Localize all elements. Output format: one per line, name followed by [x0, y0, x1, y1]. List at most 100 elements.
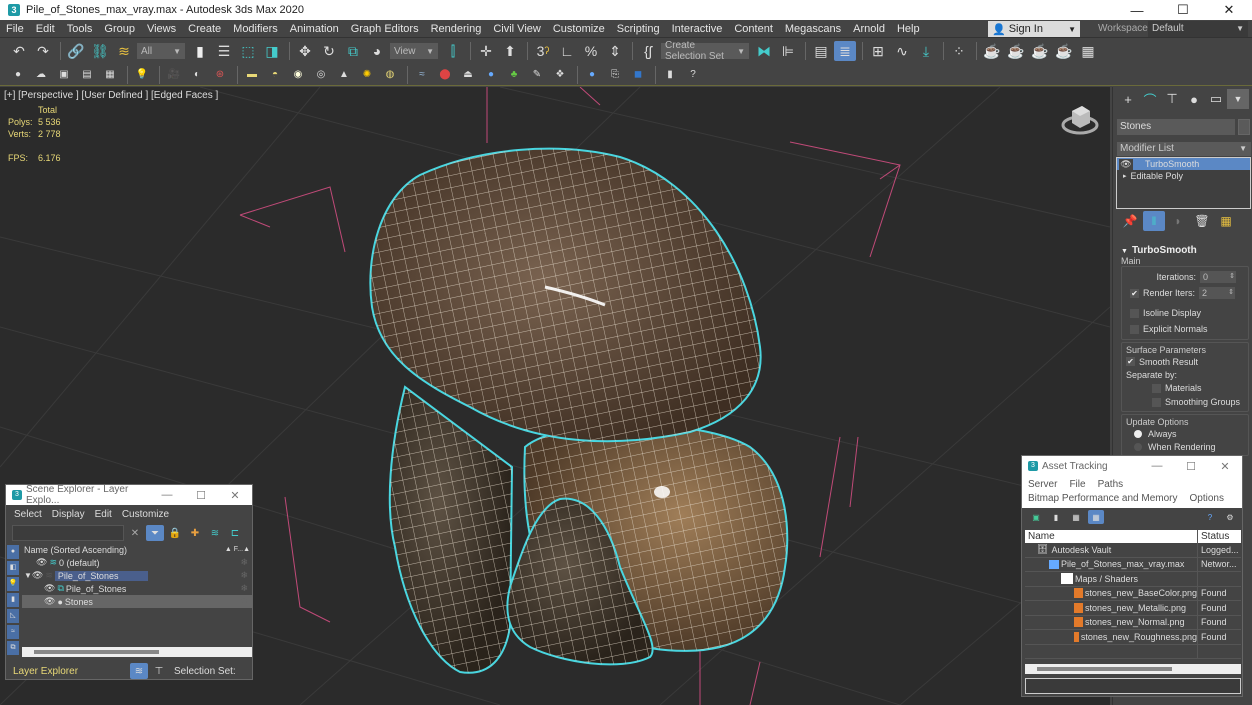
sun-icon[interactable]: ✺	[357, 66, 377, 84]
material-editor-icon[interactable]: ⁘	[948, 41, 970, 61]
display-tab-icon[interactable]: ▭	[1205, 89, 1227, 109]
stone-top[interactable]	[369, 147, 762, 443]
dome-icon[interactable]: ◓	[265, 66, 285, 84]
layers-mode-icon[interactable]: ≋	[130, 663, 148, 679]
menu-display[interactable]: Display	[52, 509, 85, 520]
fur-icon[interactable]: ≈	[412, 66, 432, 84]
menu-bitmap-performance[interactable]: Bitmap Performance and Memory	[1028, 493, 1178, 504]
viewcube-icon[interactable]	[1060, 101, 1100, 137]
stone-back-left[interactable]	[388, 385, 514, 674]
render-setup-icon[interactable]: ☕	[981, 41, 1003, 61]
lock-icon[interactable]: 🔒	[166, 525, 184, 541]
materials-checkbox[interactable]	[1152, 383, 1161, 393]
menu-rendering[interactable]: Rendering	[425, 23, 488, 35]
menu-server[interactable]: Server	[1028, 479, 1057, 490]
smooth-result-checkbox[interactable]: ✔	[1126, 357, 1135, 366]
export-proxy-icon[interactable]: ⏏	[458, 66, 478, 84]
mirror-icon[interactable]: ⧓	[753, 41, 775, 61]
light-lister-icon[interactable]: 💡	[132, 66, 152, 84]
mesh-light-icon[interactable]: ◎	[311, 66, 331, 84]
asset-row[interactable]: stones_new_BaseColor.png Found	[1025, 586, 1241, 601]
maximize-button[interactable]: ☐	[184, 489, 218, 502]
unlink-icon[interactable]: ⛓	[89, 41, 111, 61]
scrollbar-thumb[interactable]	[34, 650, 159, 654]
rectangular-selection-icon[interactable]: ⬚	[237, 41, 259, 61]
scene-explorer-titlebar[interactable]: 3 Scene Explorer - Layer Explo... — ☐ ✕	[6, 484, 252, 506]
percent-snap-icon[interactable]: %	[580, 41, 602, 61]
add-layer-icon[interactable]: ✚	[186, 525, 204, 541]
helpers-filter-icon[interactable]: ◺	[7, 609, 19, 623]
menu-select[interactable]: Select	[14, 509, 42, 520]
vault-settings-icon[interactable]: ⚙	[1222, 510, 1238, 524]
camera-icon[interactable]: 🎥	[164, 66, 184, 84]
render-iters-checkbox[interactable]: ✔	[1130, 288, 1139, 298]
workspace-select[interactable]: Default ▼	[1148, 21, 1248, 37]
undo-icon[interactable]: ↶	[8, 41, 30, 61]
decal-icon[interactable]: ❖	[550, 66, 570, 84]
filter-icon[interactable]: ⏷	[146, 525, 164, 541]
schematic-view-icon[interactable]: ⤓	[915, 41, 937, 61]
place-icon[interactable]: ◕	[366, 41, 388, 61]
menu-civil-view[interactable]: Civil View	[487, 23, 546, 35]
vray-camera-icon[interactable]: ⊛	[210, 66, 230, 84]
minimize-button[interactable]: —	[1114, 0, 1160, 20]
asset-tracking-titlebar[interactable]: 3 Asset Tracking — ☐ ✕	[1022, 456, 1242, 476]
plant-icon[interactable]: ♣	[504, 66, 524, 84]
hierarchy-tab-icon[interactable]: ⊤	[1161, 89, 1183, 109]
groups-filter-icon[interactable]: ⧉	[7, 641, 19, 655]
list-view-icon[interactable]: ▮	[1048, 510, 1064, 524]
hierarchy-mode-icon[interactable]: ⊤	[150, 663, 168, 679]
pivot-center-icon[interactable]: ⫿	[442, 41, 464, 61]
eye-icon[interactable]: 👁	[32, 570, 43, 581]
menu-help[interactable]: Help	[891, 23, 926, 35]
eye-icon[interactable]: 👁	[1119, 158, 1133, 170]
expand-arrow-icon[interactable]: ▼	[24, 571, 32, 580]
material-sphere-icon[interactable]: ●	[582, 66, 602, 84]
modifier-list-dropdown[interactable]: Modifier List ▼	[1117, 142, 1251, 156]
asset-row[interactable]: stones_new_Metallic.png Found	[1025, 601, 1241, 616]
minimize-button[interactable]: —	[150, 489, 184, 501]
menu-tools[interactable]: Tools	[61, 23, 99, 35]
menu-edit[interactable]: Edit	[30, 23, 61, 35]
when-rendering-radio[interactable]	[1134, 442, 1142, 451]
freeze-icon[interactable]: ❄	[240, 570, 248, 581]
sphere-light-icon[interactable]: ◉	[288, 66, 308, 84]
column-name-header[interactable]: Name (Sorted Ascending)	[22, 545, 225, 555]
help-icon[interactable]: ?	[683, 66, 703, 84]
sphere-fade-icon[interactable]: ●	[481, 66, 501, 84]
spinner-arrows-icon[interactable]: ⇕	[1229, 271, 1235, 283]
tree-row[interactable]: ▼ 👁 ≋ Pile_of_Stones ❄	[22, 569, 252, 582]
panel-icon[interactable]: ▣	[54, 66, 74, 84]
bind-space-warp-icon[interactable]: ≋	[113, 41, 135, 61]
spinner-arrows-icon[interactable]: ⇕	[1228, 287, 1234, 299]
iterations-spinner[interactable]: 0 ⇕	[1200, 271, 1236, 283]
viewport-label[interactable]: [+] [Perspective ] [User Defined ] [Edge…	[4, 90, 218, 101]
render-production-icon[interactable]: ☕	[1029, 41, 1051, 61]
trash-icon[interactable]: 🗑	[1191, 211, 1213, 231]
eye-icon[interactable]: 👁	[44, 596, 55, 607]
cloud-icon[interactable]: ☁	[31, 66, 51, 84]
dome-light-icon[interactable]: ◐	[187, 66, 207, 84]
menu-customize[interactable]: Customize	[547, 23, 611, 35]
freeze-icon[interactable]: ❄	[240, 596, 248, 607]
plane-light-icon[interactable]: ▬	[242, 66, 262, 84]
refresh-icon[interactable]: ▣	[1028, 510, 1044, 524]
isoline-display-checkbox[interactable]	[1130, 308, 1139, 318]
cameras-filter-icon[interactable]: ▮	[7, 593, 19, 607]
asset-row[interactable]: stones_new_Roughness.png Found	[1025, 630, 1241, 645]
configure-modifier-sets-icon[interactable]: ▦	[1215, 211, 1237, 231]
close-button[interactable]: ✕	[218, 489, 252, 502]
tree-row[interactable]: 👁 ≋ 0 (default) ❄	[22, 556, 252, 569]
menu-graph-editors[interactable]: Graph Editors	[345, 23, 425, 35]
reference-coord-dropdown[interactable]: View ▼	[390, 43, 438, 59]
menu-group[interactable]: Group	[98, 23, 141, 35]
batch-icon[interactable]: ▮	[660, 66, 680, 84]
modify-tab-icon[interactable]: ⌒	[1139, 89, 1161, 109]
table-panel-icon[interactable]: ▦	[100, 66, 120, 84]
smoothing-groups-checkbox[interactable]	[1152, 397, 1161, 407]
spinner-snap-icon[interactable]: ⇕	[604, 41, 626, 61]
asset-row[interactable]: stones_new_Normal.png Found	[1025, 615, 1241, 630]
menu-animation[interactable]: Animation	[284, 23, 345, 35]
proxy-icon[interactable]: ⬤	[435, 66, 455, 84]
hierarchy-icon[interactable]: ⊏	[226, 525, 244, 541]
